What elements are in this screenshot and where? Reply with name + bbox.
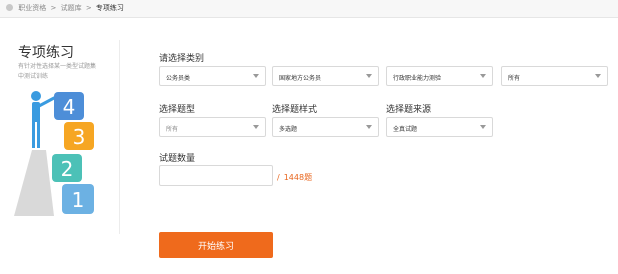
chevron-down-icon bbox=[366, 74, 372, 78]
question-style-select[interactable]: 多选题 bbox=[272, 117, 379, 137]
select-value: 多选题 bbox=[279, 126, 298, 133]
block-4-label: 4 bbox=[63, 95, 76, 119]
vertical-divider bbox=[119, 40, 120, 234]
figure-leg-right bbox=[37, 120, 40, 148]
question-source-label: 选择题来源 bbox=[386, 105, 432, 115]
question-count-label: 试题数量 bbox=[159, 154, 196, 164]
chevron-down-icon bbox=[253, 74, 259, 78]
block-3: 3 bbox=[64, 122, 94, 150]
select-value: 行政职业能力测验 bbox=[393, 75, 442, 82]
breadcrumb-current: 专项练习 bbox=[95, 4, 124, 12]
category-select-2[interactable]: 国家地方公务员 bbox=[272, 66, 379, 86]
category-select-1[interactable]: 公务员类 bbox=[159, 66, 266, 86]
breadcrumb-separator: > bbox=[50, 4, 57, 12]
chevron-down-icon bbox=[253, 125, 259, 129]
select-value: 国家地方公务员 bbox=[279, 75, 322, 82]
figure-arm bbox=[37, 96, 56, 108]
question-total: /1448题 bbox=[277, 172, 312, 183]
stacked-blocks-illustration: 4 3 2 1 bbox=[14, 91, 94, 216]
category-label: 请选择类别 bbox=[159, 54, 205, 64]
select-value: 全真试题 bbox=[393, 126, 418, 133]
select-value: 所有 bbox=[508, 75, 521, 82]
chevron-down-icon bbox=[366, 125, 372, 129]
home-icon bbox=[6, 4, 13, 11]
question-count-input[interactable] bbox=[159, 165, 273, 186]
total-slash: / bbox=[277, 173, 280, 182]
chevron-down-icon bbox=[480, 74, 486, 78]
block-2-label: 2 bbox=[61, 157, 74, 181]
select-value: 公务员类 bbox=[166, 75, 191, 82]
question-type-label: 选择题型 bbox=[159, 105, 196, 115]
block-1-label: 1 bbox=[72, 188, 85, 212]
question-source-select[interactable]: 全真试题 bbox=[386, 117, 493, 137]
breadcrumb-separator: > bbox=[85, 4, 92, 12]
breadcrumb-home[interactable]: 职业资格 bbox=[18, 4, 46, 12]
block-1: 1 bbox=[62, 184, 94, 214]
figure-head bbox=[31, 91, 41, 101]
block-3-label: 3 bbox=[73, 125, 86, 149]
block-4: 4 bbox=[54, 92, 84, 120]
top-bar: 职业资格 > 试题库 > 专项练习 bbox=[0, 0, 618, 18]
category-select-4[interactable]: 所有 bbox=[501, 66, 608, 86]
chevron-down-icon bbox=[480, 125, 486, 129]
breadcrumb: 职业资格 > 试题库 > 专项练习 bbox=[6, 3, 124, 13]
question-style-label: 选择题样式 bbox=[272, 105, 318, 115]
block-2: 2 bbox=[52, 154, 82, 182]
page-description: 有针对性选择某一类型试题集中测试训练 bbox=[18, 63, 97, 80]
question-type-select[interactable]: 所有 bbox=[159, 117, 266, 137]
start-practice-button[interactable]: 开始练习 bbox=[159, 232, 273, 258]
category-select-3[interactable]: 行政职业能力测验 bbox=[386, 66, 493, 86]
figure-leg-left bbox=[32, 120, 35, 148]
page-title: 专项练习 bbox=[18, 45, 74, 61]
pedestal-shape bbox=[14, 150, 54, 216]
total-count-text: 1448题 bbox=[283, 173, 313, 182]
breadcrumb-level2[interactable]: 试题库 bbox=[61, 4, 82, 12]
chevron-down-icon bbox=[595, 74, 601, 78]
select-value: 所有 bbox=[166, 126, 179, 133]
